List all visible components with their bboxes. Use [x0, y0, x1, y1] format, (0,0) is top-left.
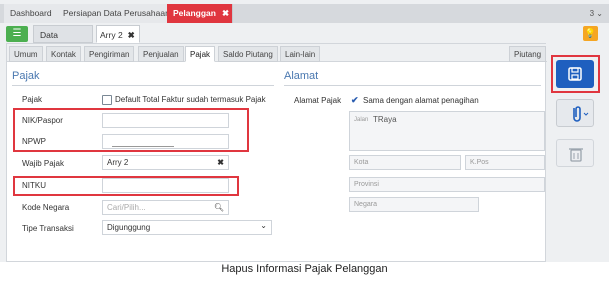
tab-counter[interactable]: 3 ⌄ — [590, 4, 603, 23]
tipe-transaksi-label: Tipe Transaksi — [22, 224, 74, 233]
tab-umum[interactable]: Umum — [9, 46, 43, 62]
tab-kontak[interactable]: Kontak — [46, 46, 81, 62]
sub-tab-bar: Umum Kontak Pengiriman Penjualan Pajak S… — [7, 44, 547, 62]
clear-icon[interactable]: ✖ — [217, 156, 224, 169]
negara-input[interactable]: Negara — [349, 197, 479, 212]
default-tax-checkbox-label: Default Total Faktur sudah termasuk Paja… — [115, 95, 266, 104]
tipe-transaksi-select[interactable]: Digunggung ⌄ — [102, 220, 272, 235]
delete-button[interactable] — [556, 139, 594, 167]
wajib-pajak-label: Wajib Pajak — [22, 159, 64, 168]
tab-label: Persiapan Data Perusahaan — [63, 8, 170, 18]
section-title-pajak: Pajak — [12, 70, 40, 82]
provinsi-input[interactable]: Provinsi — [349, 177, 545, 192]
save-button[interactable] — [556, 60, 594, 88]
chevron-down-icon: ⌄ — [260, 221, 267, 230]
doc-tab-label: Arry 2 — [100, 30, 123, 40]
search-icon: 🔍︎ — [213, 203, 224, 212]
jalan-textarea[interactable]: Jalan TRaya — [349, 111, 545, 151]
kode-negara-search[interactable]: Cari/Pilih... 🔍︎ — [102, 200, 229, 215]
kota-input[interactable]: Kota — [349, 155, 461, 170]
tab-lain-lain[interactable]: Lain-lain — [280, 46, 321, 62]
paperclip-icon — [573, 106, 589, 122]
nik-label: NIK/Paspor — [22, 116, 63, 125]
tab-pengiriman[interactable]: Pengiriman — [84, 46, 135, 62]
tab-pajak[interactable]: Pajak — [185, 46, 216, 62]
caption: Hapus Informasi Pajak Pelanggan — [221, 263, 388, 275]
customer-form-panel: Umum Kontak Pengiriman Penjualan Pajak S… — [6, 43, 547, 262]
pajak-label: Pajak — [22, 95, 43, 104]
divider — [12, 85, 274, 86]
kode-negara-label: Kode Negara — [22, 203, 70, 212]
floppy-disk-icon — [568, 67, 582, 81]
section-title-alamat: Alamat — [284, 70, 319, 82]
divider — [284, 85, 541, 86]
tab-persiapan-data[interactable]: Persiapan Data Perusahaan — [57, 4, 177, 23]
tipe-transaksi-value: Digunggung — [107, 223, 151, 232]
tab-dashboard[interactable]: Dashboard — [4, 4, 59, 23]
tab-label: Pelanggan — [173, 8, 216, 18]
tab-label: Dashboard — [10, 8, 52, 18]
tab-penjualan[interactable]: Penjualan — [138, 46, 184, 62]
tab-pelanggan[interactable]: Pelanggan ✖ — [167, 4, 233, 23]
nitku-label: NITKU — [22, 181, 46, 190]
checkmark-icon[interactable]: ✔ — [351, 95, 359, 106]
kode-negara-placeholder: Cari/Pilih... — [107, 203, 146, 212]
jalan-label: Jalan — [354, 117, 369, 123]
alamat-pajak-label: Alamat Pajak — [294, 96, 342, 105]
kpos-input[interactable]: K.Pos — [465, 155, 545, 170]
doc-tab-arry-2[interactable]: Arry 2 ✖ — [96, 25, 140, 43]
wajib-pajak-input[interactable]: Arry 2 ✖ — [102, 155, 229, 170]
npwp-mask — [112, 146, 174, 147]
lightbulb-icon[interactable]: 💡 — [583, 26, 598, 41]
nik-input[interactable] — [102, 113, 229, 128]
same-address-checkbox-label: Sama dengan alamat penagihan — [363, 96, 479, 105]
trash-icon — [569, 148, 583, 162]
close-icon[interactable]: ✖ — [222, 8, 229, 18]
default-tax-checkbox[interactable] — [102, 95, 112, 105]
nitku-input[interactable] — [102, 178, 229, 193]
doc-tab-data-baru[interactable]: Data Baru✖ — [33, 25, 93, 58]
attachment-button[interactable] — [556, 99, 594, 127]
list-icon: ☰ — [12, 28, 22, 39]
npwp-label: NPWP — [22, 137, 46, 146]
close-icon[interactable]: ✖ — [128, 30, 135, 40]
tab-piutang[interactable]: Piutang — [509, 46, 547, 62]
jalan-value: TRaya — [373, 115, 397, 124]
tab-saldo-piutang[interactable]: Saldo Piutang — [218, 46, 278, 62]
wajib-pajak-value: Arry 2 — [107, 158, 129, 167]
list-menu-button[interactable]: ☰ — [6, 26, 28, 42]
